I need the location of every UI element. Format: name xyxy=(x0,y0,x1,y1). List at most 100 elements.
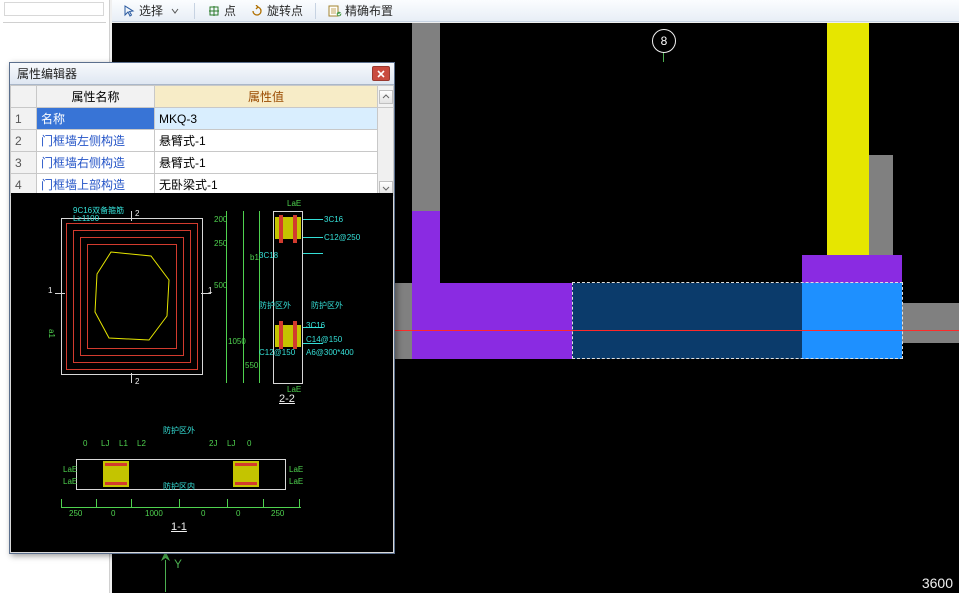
scrollbar-track[interactable] xyxy=(378,108,394,196)
zone-label: 防护区外 xyxy=(311,301,343,310)
frame-line xyxy=(285,459,286,490)
rotate-icon xyxy=(250,4,264,18)
cursor-icon xyxy=(122,4,136,18)
select-tool-button[interactable]: 选择 xyxy=(118,1,186,20)
axis-marker: 8 xyxy=(652,29,676,53)
section-marker xyxy=(131,211,132,221)
dimension-label: 3600 xyxy=(922,575,953,591)
rebar-bar xyxy=(235,482,257,485)
dimension-label: 250 xyxy=(69,509,82,518)
section-title: 2-2 xyxy=(279,393,295,405)
rebar-label: C12@150 xyxy=(259,348,295,357)
dimension-label: 0 xyxy=(236,509,240,518)
section-marker xyxy=(55,293,65,294)
left-panel-header xyxy=(4,2,104,16)
header-name: 属性名称 xyxy=(37,86,155,108)
section-marker xyxy=(131,373,132,383)
dimension-label: 0 xyxy=(201,509,205,518)
dimension-label: LJ xyxy=(101,439,109,448)
table-row[interactable]: 3 门框墙右侧构造 悬臂式-1 xyxy=(11,152,394,174)
property-table[interactable]: 属性名称 属性值 1 名称 MKQ-3 2 门框墙左侧构造 悬臂式-1 xyxy=(10,85,394,196)
rebar-line xyxy=(80,355,184,356)
header-rownum xyxy=(11,86,37,108)
leader-line xyxy=(303,253,323,254)
chevron-down-icon xyxy=(382,184,390,192)
property-editor-title: 属性编辑器 xyxy=(14,65,77,82)
chevron-down-icon xyxy=(168,4,182,18)
top-toolbar: 选择 点 旋转点 精确布置 xyxy=(112,0,959,22)
property-value[interactable]: 悬臂式-1 xyxy=(155,130,378,152)
dim-line xyxy=(259,211,260,383)
dimension-label: LaE xyxy=(63,465,77,474)
dimension-label: 2J xyxy=(209,439,217,448)
opening-outline xyxy=(93,250,171,344)
row-number: 1 xyxy=(11,108,37,130)
void xyxy=(440,211,502,283)
header-value: 属性值 xyxy=(155,86,378,108)
left-panel-divider xyxy=(3,22,106,23)
axis-tick xyxy=(663,52,664,62)
rebar-label: 3C18 xyxy=(259,251,278,260)
dimension-label: LaE xyxy=(289,477,303,486)
property-name[interactable]: 名称 xyxy=(37,108,155,130)
dim-tick xyxy=(61,499,62,507)
property-editor-titlebar[interactable]: 属性编辑器 xyxy=(10,63,394,85)
rebar-line xyxy=(197,223,198,370)
property-value[interactable]: MKQ-3 xyxy=(155,108,378,130)
dimension-label: LJ xyxy=(227,439,235,448)
rebar-label: C14@150 xyxy=(306,335,342,344)
rebar-line xyxy=(73,362,191,363)
scrollbar-track[interactable] xyxy=(378,86,394,108)
rebar-line xyxy=(87,244,177,245)
close-button[interactable] xyxy=(372,66,390,81)
close-icon xyxy=(376,69,386,79)
dimension-label: L≥1100 xyxy=(73,214,99,223)
rebar-line xyxy=(87,348,177,349)
table-row[interactable]: 1 名称 MKQ-3 xyxy=(11,108,394,130)
rebar-line xyxy=(183,237,184,356)
dim-tick xyxy=(227,499,228,507)
rebar-line xyxy=(66,369,198,370)
property-table-header: 属性名称 属性值 xyxy=(11,86,394,108)
zone-label: 防护区内 xyxy=(163,481,195,492)
dimension-label: b1 xyxy=(250,253,259,262)
leader-line xyxy=(303,219,323,220)
property-name[interactable]: 门框墙左侧构造 xyxy=(37,130,155,152)
dimension-label: 1050 xyxy=(228,337,246,346)
dim-tick xyxy=(263,499,264,507)
toolbar-separator xyxy=(315,3,316,19)
row-number: 2 xyxy=(11,130,37,152)
frame-line xyxy=(61,218,62,375)
dim-line xyxy=(243,211,244,383)
rotate-point-button[interactable]: 旋转点 xyxy=(246,1,307,20)
dim-line xyxy=(226,211,227,383)
precise-place-button[interactable]: 精确布置 xyxy=(324,1,397,20)
section-title: 1-1 xyxy=(171,521,187,533)
zone-label: 防护区外 xyxy=(259,301,291,310)
section-marker-label: 2 xyxy=(135,377,139,386)
scroll-up-button[interactable] xyxy=(379,90,393,104)
dimension-label: L1 xyxy=(119,439,128,448)
point-tool-button[interactable]: 点 xyxy=(203,1,240,20)
dimension-label: LaE xyxy=(63,477,77,486)
table-row[interactable]: 2 门框墙左侧构造 悬臂式-1 xyxy=(11,130,394,152)
rebar-bar xyxy=(279,321,283,349)
frame-line xyxy=(61,374,203,375)
property-value[interactable]: 悬臂式-1 xyxy=(155,152,378,174)
frame-line xyxy=(76,459,286,460)
dim-tick xyxy=(299,499,300,507)
frame-line xyxy=(273,383,303,384)
property-editor-window[interactable]: 属性编辑器 属性名称 属性值 1 名称 MKQ-3 xyxy=(9,62,395,554)
point-tool-label: 点 xyxy=(224,2,236,19)
frame-line xyxy=(273,211,274,384)
section-marker-label: 2 xyxy=(135,209,139,218)
section-marker-label: 1 xyxy=(48,286,52,295)
dimension-label: LaE xyxy=(287,199,301,208)
rebar-label: 3C16 xyxy=(324,215,343,224)
dimension-label: 200 xyxy=(214,215,227,224)
rebar-label: C12@250 xyxy=(324,233,360,242)
dimension-label: a1 xyxy=(47,329,56,338)
dimension-label: 500 xyxy=(214,281,227,290)
point-icon xyxy=(207,4,221,18)
property-name[interactable]: 门框墙右侧构造 xyxy=(37,152,155,174)
